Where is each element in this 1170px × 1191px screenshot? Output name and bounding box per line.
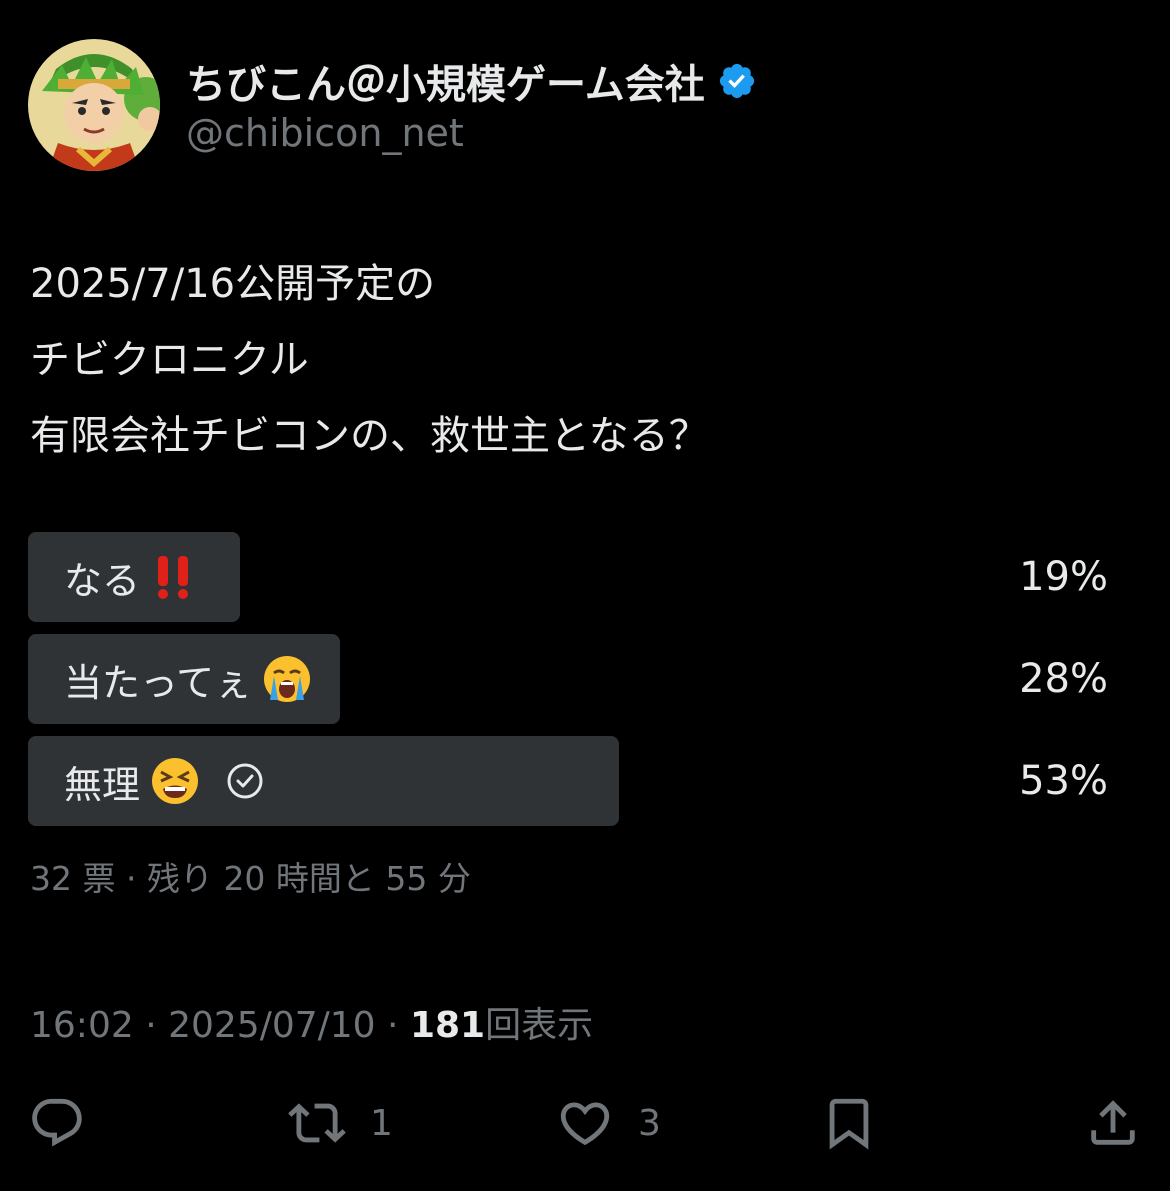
- poll-option-percent: 19%: [1019, 554, 1108, 600]
- share-icon: [1091, 1100, 1135, 1145]
- poll: なる 19% 当たってぇ 28% 無理 53%: [28, 532, 1110, 838]
- tweet-header: ちびこん＠小規模ゲーム会社 @chibicon_net: [28, 38, 757, 172]
- tweet-line: 2025/7/16公開予定の: [30, 261, 436, 307]
- views-count[interactable]: 181: [410, 1005, 485, 1046]
- poll-option-percent: 28%: [1019, 656, 1108, 702]
- avatar-image: [28, 39, 160, 171]
- separator: ·: [133, 1005, 169, 1046]
- selected-check-icon: [227, 763, 263, 799]
- retweet-count: 1: [370, 1102, 393, 1144]
- display-name[interactable]: ちびこん＠小規模ゲーム会社: [186, 52, 705, 110]
- like-count: 3: [638, 1102, 661, 1144]
- poll-option-percent: 53%: [1019, 758, 1108, 804]
- separator: ·: [375, 1005, 410, 1046]
- verified-badge-icon: [719, 63, 754, 99]
- tweet-time[interactable]: 16:02: [30, 1005, 134, 1046]
- poll-option-label: 当たってぇ: [64, 660, 253, 705]
- poll-option: なる 19%: [28, 532, 1110, 622]
- poll-meta: 32 票 · 残り 20 時間と 55 分: [30, 859, 471, 898]
- tweet-meta: 16:02 · 2025/07/10 · 181回表示: [30, 996, 593, 1048]
- retweet-icon: [288, 1103, 346, 1143]
- tweet-line: チビクロニクル: [30, 337, 309, 383]
- poll-option-label: 無理: [64, 762, 141, 807]
- retweet-button[interactable]: 1: [288, 1090, 393, 1156]
- poll-option: 当たってぇ 28%: [28, 634, 1110, 724]
- like-button[interactable]: 3: [556, 1090, 661, 1156]
- reply-button[interactable]: [28, 1090, 110, 1156]
- heart-icon: [560, 1102, 610, 1146]
- loudly-crying-face-icon: [264, 656, 311, 702]
- bookmark-icon: [829, 1098, 869, 1150]
- poll-option-label: なる: [64, 558, 141, 603]
- poll-option: 無理 53%: [28, 736, 1110, 826]
- handle[interactable]: @chibicon_net: [186, 111, 757, 155]
- tired-face-icon: [152, 758, 199, 804]
- double-exclamation-icon: [158, 556, 189, 599]
- action-bar: 1 3: [0, 1090, 1170, 1156]
- tweet-line: 有限会社チビコンの、救世主となる？: [30, 413, 709, 459]
- tweet-date[interactable]: 2025/07/10: [168, 1005, 376, 1046]
- bookmark-button[interactable]: [820, 1090, 878, 1156]
- views-label[interactable]: 回表示: [485, 1005, 593, 1046]
- reply-icon: [32, 1098, 82, 1147]
- tweet-text: 2025/7/16公開予定の チビクロニクル 有限会社チビコンの、救世主となる？: [30, 246, 709, 474]
- share-button[interactable]: [1084, 1090, 1142, 1156]
- avatar[interactable]: [28, 39, 160, 171]
